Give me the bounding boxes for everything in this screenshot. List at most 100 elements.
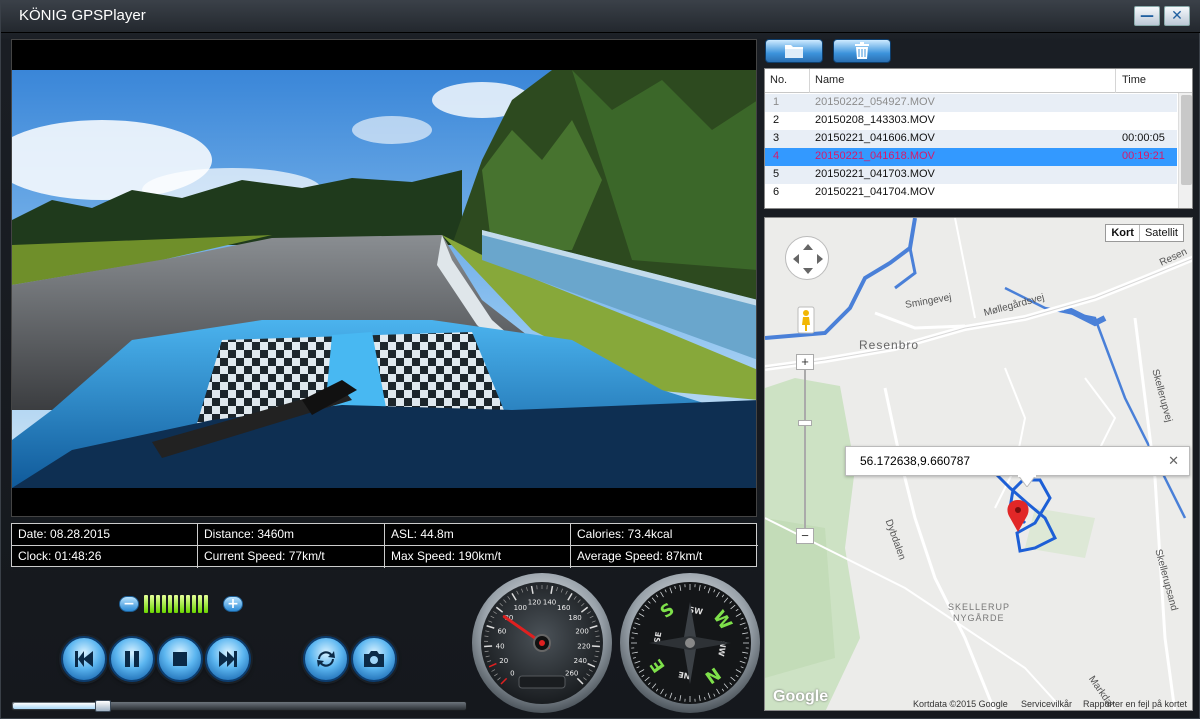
map-type-toggle: Kort Satellit [1105,224,1184,242]
open-folder-button[interactable] [765,39,823,63]
stop-button[interactable] [157,636,203,682]
scrollbar-thumb[interactable] [1181,95,1192,185]
next-icon [219,651,237,667]
file-no-cell: 6 [773,186,780,198]
volume-bar [162,595,166,613]
file-name-cell: 20150221_041618.MOV [815,150,935,162]
trip-info-panel: Date: 08.28.2015 Distance: 3460m ASL: 44… [11,523,758,568]
volume-bar [174,595,178,613]
seek-handle[interactable] [95,700,111,712]
popup-close-icon[interactable]: ✕ [1168,453,1179,469]
max-speed-value: Max Speed: 190km/t [385,546,571,568]
volume-down-button[interactable]: − [119,596,139,612]
terms-link[interactable]: Servicevilkår [1021,699,1072,709]
delete-button[interactable] [833,39,891,63]
file-list-scrollbar[interactable] [1178,93,1192,208]
speedometer-tick-label: 180 [568,614,581,622]
zoom-out-button[interactable]: − [796,528,814,544]
volume-bar [198,595,202,613]
report-error-link[interactable]: Rapporter en fejl på kortet [1083,699,1187,709]
speedometer-tick-label: 240 [574,657,587,665]
file-no-cell: 1 [773,96,780,108]
coordinates-text: 56.172638,9.660787 [860,454,971,468]
previous-icon [75,651,93,667]
column-header-name[interactable]: Name [815,74,844,86]
compass-hub [685,638,695,648]
map-type-map-button[interactable]: Kort [1106,225,1140,241]
video-player[interactable]: DANSK [11,39,757,517]
asl-value: ASL: 44.8m [385,524,571,546]
seek-progress [13,703,104,709]
pause-icon [125,651,139,667]
file-no-cell: 5 [773,168,780,180]
average-speed-value: Average Speed: 87km/t [577,549,703,563]
current-speed-value: Current Speed: 77km/t [198,546,385,568]
volume-bar [186,595,190,613]
next-button[interactable] [205,636,251,682]
file-list-row[interactable]: 2 20150208_143303.MOV [765,112,1177,130]
file-name-cell: 20150221_041703.MOV [815,168,935,180]
google-logo: Google [773,688,829,705]
map-label-nygarde: NYGÅRDE [953,613,1005,623]
file-list-header: No. Name Time [765,69,1192,93]
file-time-cell: 00:00:05 [1122,132,1165,144]
volume-bar [180,595,184,613]
volume-bar [150,595,154,613]
file-name-cell: 20150208_143303.MOV [815,114,935,126]
file-name-cell: 20150222_054927.MOV [815,96,935,108]
zoom-slider-thumb[interactable] [798,420,812,426]
playback-controls: − + 0 20 40 60 100 120 140 160 180 200 2… [11,573,760,718]
map-type-satellite-button[interactable]: Satellit [1140,225,1183,241]
file-list-row[interactable]: 4 20150221_041618.MOV 00:19:21 [765,148,1177,166]
camera-icon [364,651,384,667]
pause-button[interactable] [109,636,155,682]
seek-bar[interactable] [11,700,467,712]
volume-bar [168,595,172,613]
file-no-cell: 4 [773,150,780,162]
snapshot-button[interactable] [351,636,397,682]
column-header-no[interactable]: No. [770,74,787,86]
title-bar: KÖNIG GPSPlayer — ✕ [1,1,1200,33]
file-no-cell: 2 [773,114,780,126]
speedometer-tick-label: 0 [510,670,514,678]
speedometer-tick-label: 220 [577,643,590,651]
street-view-pegman-icon[interactable] [797,306,815,334]
close-button[interactable]: ✕ [1164,6,1190,26]
file-list[interactable]: No. Name Time 1 20150222_054927.MOV 2 20150… [764,68,1193,209]
pan-control[interactable] [785,236,829,280]
speedometer-gauge: 020406080100120140160180200220240260 [472,573,612,713]
calories-value: Calories: 73.4kcal [571,524,758,546]
speedometer-tick-label: 140 [543,599,556,607]
file-list-row[interactable]: 6 20150221_041704.MOV [765,184,1177,202]
file-list-row[interactable]: 1 20150222_054927.MOV [765,94,1177,112]
speedometer-tick-label: 160 [557,604,570,612]
zoom-in-button[interactable]: + [796,354,814,370]
map-data-attribution: Kortdata ©2015 Google [913,699,1008,709]
speedometer-tick-label: 260 [565,670,578,678]
stop-icon [173,652,187,666]
volume-level[interactable] [144,595,224,613]
volume-bar [144,595,148,613]
repeat-button[interactable] [303,636,349,682]
file-no-cell: 3 [773,132,780,144]
speedometer-odometer [518,675,566,689]
file-list-row[interactable]: 3 20150221_041606.MOV 00:00:05 [765,130,1177,148]
clock-value: Clock: 01:48:26 [12,546,198,568]
speedometer-tick-label: 200 [575,628,588,636]
speedometer-tick-label: 100 [514,604,527,612]
volume-up-button[interactable]: + [223,596,243,612]
speedometer-tick-label: 120 [528,599,541,607]
previous-button[interactable] [61,636,107,682]
file-list-row[interactable]: 5 20150221_041703.MOV [765,166,1177,184]
coordinates-popup: 56.172638,9.660787 ✕ [845,446,1190,487]
volume-bar [156,595,160,613]
zoom-slider[interactable]: + − [796,354,814,544]
column-header-time[interactable]: Time [1122,74,1146,86]
speedometer-tick-label: 40 [496,643,505,651]
folder-icon [785,45,803,58]
app-title: KÖNIG GPSPlayer [19,7,146,24]
map-view[interactable]: Kort Satellit + − 56.172638,9.660787 ✕ R… [764,217,1193,711]
minimize-button[interactable]: — [1134,6,1160,26]
map-label-resenbro: Resenbro [859,338,920,352]
file-name-cell: 20150221_041606.MOV [815,132,935,144]
